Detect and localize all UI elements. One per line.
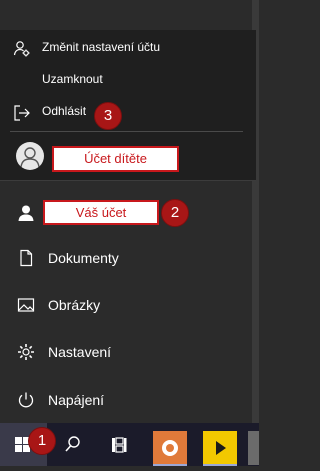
flyout-divider: [10, 131, 243, 132]
power-icon: [17, 391, 35, 409]
taskbar-app-partial[interactable]: [248, 431, 259, 465]
picture-icon: [17, 296, 35, 314]
rail-item-power[interactable]: Napájení: [0, 380, 252, 420]
account-flyout: Změnit nastavení účtu Uzamknout Odhlásit…: [0, 30, 256, 181]
menu-item-label: Uzamknout: [42, 72, 103, 86]
menu-item-label: Změnit nastavení účtu: [42, 40, 161, 54]
menu-item-sign-out[interactable]: Odhlásit: [0, 98, 256, 126]
rail-item-pictures[interactable]: Obrázky: [0, 285, 252, 325]
user-icon: [20, 147, 40, 168]
task-view-button[interactable]: [104, 423, 134, 466]
play-icon: [216, 441, 226, 455]
rail-item-documents[interactable]: Dokumenty: [0, 238, 252, 278]
rail-item-label: Obrázky: [48, 297, 101, 313]
user-icon: [17, 204, 35, 222]
taskbar: 1: [0, 423, 259, 466]
menu-item-label: Odhlásit: [42, 104, 87, 118]
search-icon: [65, 436, 80, 452]
gear-icon: [17, 343, 35, 361]
taskbar-app-orange[interactable]: [153, 431, 187, 465]
menu-item-change-account-settings[interactable]: Změnit nastavení účtu: [0, 34, 256, 62]
taskbar-app-yellow[interactable]: [203, 431, 237, 465]
lock-icon: [13, 72, 31, 90]
rail-item-settings[interactable]: Nastavení: [0, 332, 252, 372]
document-icon: [17, 249, 35, 267]
rail-item-label: Nastavení: [48, 344, 112, 360]
your-account-label[interactable]: Váš účet: [43, 200, 159, 225]
step-badge-3: 3: [94, 102, 122, 130]
rail-item-label: Dokumenty: [48, 250, 119, 266]
step-badge-1: 1: [28, 427, 56, 455]
app-icon-center: [166, 444, 174, 452]
menu-item-lock[interactable]: Uzamknout: [0, 66, 256, 94]
task-view-icon: [112, 437, 127, 453]
rail-item-label: Napájení: [48, 392, 105, 408]
step-badge-2: 2: [161, 199, 189, 227]
sign-out-icon: [13, 104, 31, 122]
child-account-label[interactable]: Účet dítěte: [52, 146, 179, 172]
account-settings-icon: [13, 40, 31, 58]
taskbar-search-button[interactable]: [58, 423, 88, 466]
child-account-avatar[interactable]: [16, 142, 44, 170]
